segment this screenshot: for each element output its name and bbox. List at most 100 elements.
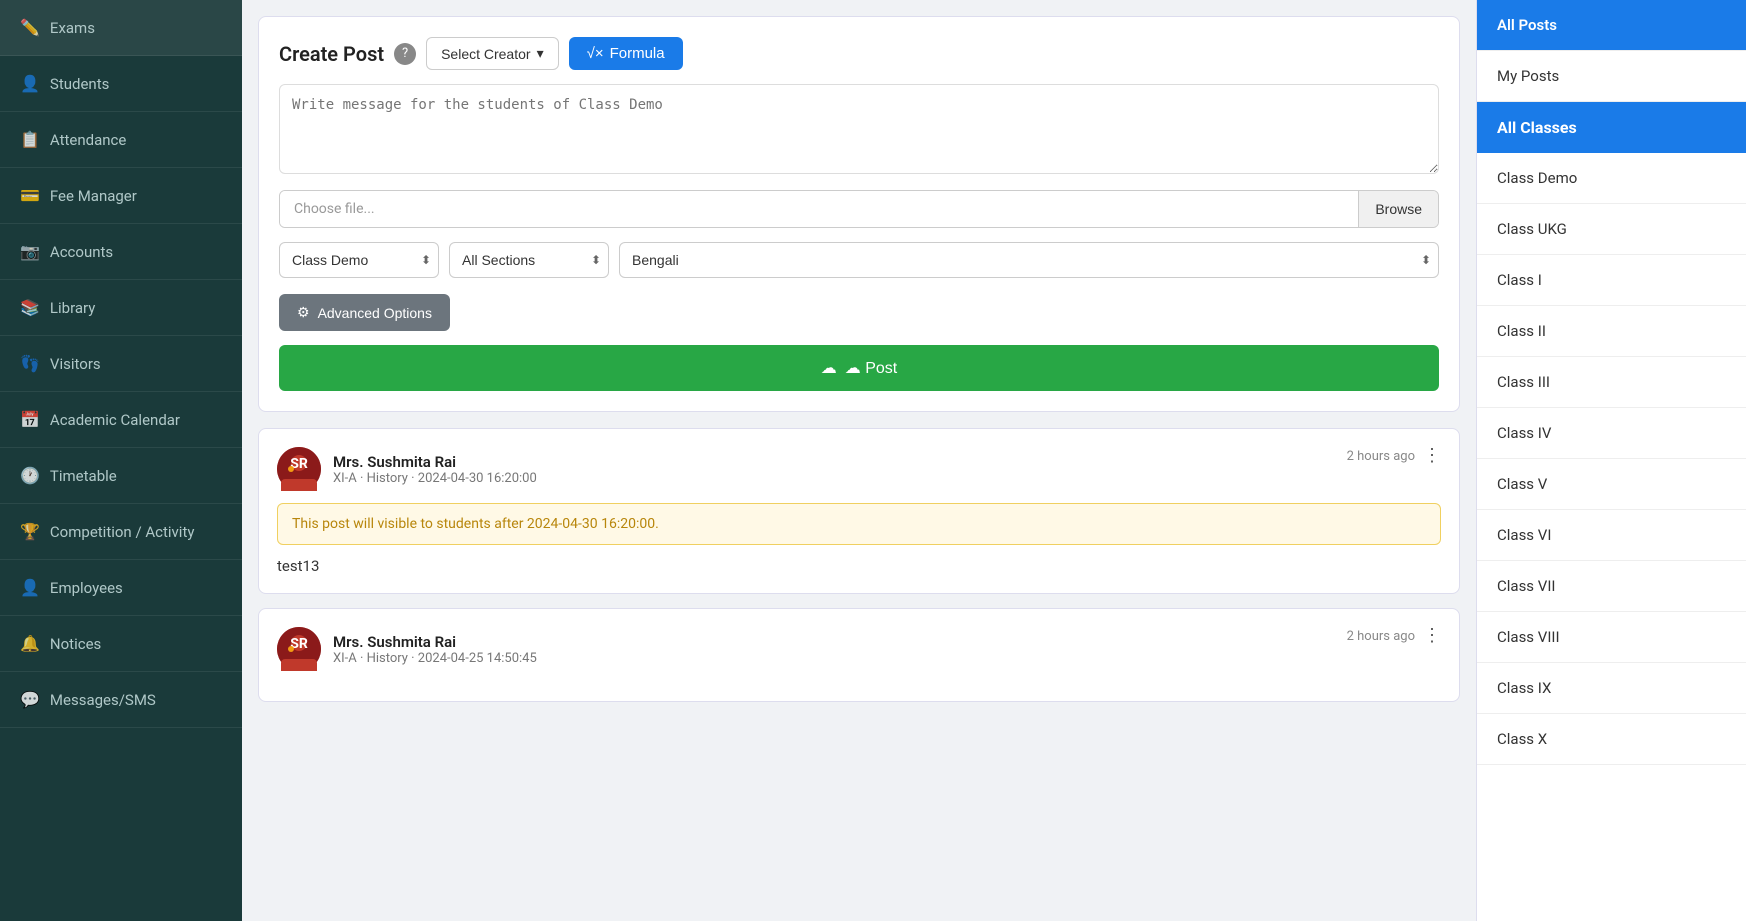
create-post-title: Create Post xyxy=(279,42,384,66)
attendance-icon: 📋 xyxy=(20,130,40,149)
post-time: 2 hours ago ⋮ xyxy=(1347,447,1441,465)
message-input[interactable] xyxy=(279,84,1439,174)
author-name: Mrs. Sushmita Rai xyxy=(333,453,537,471)
post-author-info: SR Mrs. Sushmita Rai XI-A · History · 20… xyxy=(277,447,537,491)
class-item-3[interactable]: Class III xyxy=(1477,357,1746,408)
sidebar-item-messages[interactable]: 💬 Messages/SMS xyxy=(0,672,242,728)
post-warning-banner: This post will visible to students after… xyxy=(277,503,1441,545)
class-select-wrapper: Class Demo Class UKG Class I xyxy=(279,242,439,278)
sidebar-item-timetable[interactable]: 🕐 Timetable xyxy=(0,448,242,504)
sidebar-item-label: Accounts xyxy=(50,243,113,261)
post-menu-button[interactable]: ⋮ xyxy=(1423,447,1441,465)
competition-icon: 🏆 xyxy=(20,522,40,541)
post-author-info: SR Mrs. Sushmita Rai XI-A · History · 20… xyxy=(277,627,537,671)
browse-button[interactable]: Browse xyxy=(1358,191,1438,227)
file-input-label: Choose file... xyxy=(280,191,1358,227)
sidebar-item-visitors[interactable]: 👣 Visitors xyxy=(0,336,242,392)
class-item-1[interactable]: Class I xyxy=(1477,255,1746,306)
visitors-icon: 👣 xyxy=(20,354,40,373)
author-details: Mrs. Sushmita Rai XI-A · History · 2024-… xyxy=(333,633,537,666)
sidebar-item-label: Notices xyxy=(50,635,101,653)
class-item-4[interactable]: Class IV xyxy=(1477,408,1746,459)
help-icon[interactable]: ? xyxy=(394,43,416,65)
post-button[interactable]: ☁ ☁ Post xyxy=(279,345,1439,391)
sidebar-item-accounts[interactable]: 📷 Accounts xyxy=(0,224,242,280)
post-menu-button[interactable]: ⋮ xyxy=(1423,627,1441,645)
sidebar-item-label: Library xyxy=(50,299,95,317)
post-card: SR Mrs. Sushmita Rai XI-A · History · 20… xyxy=(258,608,1460,702)
feed-area: Create Post ? Select Creator ▾ √× Formul… xyxy=(242,0,1476,921)
academic-calendar-icon: 📅 xyxy=(20,410,40,429)
author-details: Mrs. Sushmita Rai XI-A · History · 2024-… xyxy=(333,453,537,486)
fee-manager-icon: 💳 xyxy=(20,186,40,205)
advanced-options-button[interactable]: ⚙ Advanced Options xyxy=(279,294,450,331)
sidebar-item-label: Fee Manager xyxy=(50,187,137,205)
timetable-icon: 🕐 xyxy=(20,466,40,485)
formula-icon: √× xyxy=(587,45,604,62)
sidebar-item-label: Students xyxy=(50,75,109,93)
class-select[interactable]: Class Demo Class UKG Class I xyxy=(279,242,439,278)
avatar: SR xyxy=(277,447,321,491)
sidebar-item-label: Visitors xyxy=(50,355,101,373)
class-item-5[interactable]: Class V xyxy=(1477,459,1746,510)
sidebar-item-library[interactable]: 📚 Library xyxy=(0,280,242,336)
gear-icon: ⚙ xyxy=(297,304,310,321)
section-select[interactable]: All Sections Section A Section B xyxy=(449,242,609,278)
create-post-header: Create Post ? Select Creator ▾ √× Formul… xyxy=(279,37,1439,70)
sidebar-item-fee-manager[interactable]: 💳 Fee Manager xyxy=(0,168,242,224)
sidebar-item-label: Attendance xyxy=(50,131,126,149)
author-meta: XI-A · History · 2024-04-30 16:20:00 xyxy=(333,471,537,486)
sidebar-item-label: Competition / Activity xyxy=(50,523,195,541)
select-creator-button[interactable]: Select Creator ▾ xyxy=(426,37,559,70)
dropdowns-row: Class Demo Class UKG Class I All Section… xyxy=(279,242,1439,278)
all-classes-header: All Classes xyxy=(1477,102,1746,153)
class-item-7[interactable]: Class VII xyxy=(1477,561,1746,612)
class-item-ukg[interactable]: Class UKG xyxy=(1477,204,1746,255)
chevron-down-icon: ▾ xyxy=(537,45,544,62)
post-header: SR Mrs. Sushmita Rai XI-A · History · 20… xyxy=(277,627,1441,671)
exams-icon: ✏️ xyxy=(20,18,40,37)
avatar: SR xyxy=(277,627,321,671)
sidebar-item-label: Timetable xyxy=(50,467,117,485)
sidebar-item-competition[interactable]: 🏆 Competition / Activity xyxy=(0,504,242,560)
upload-cloud-icon: ☁ xyxy=(821,358,837,378)
sidebar-item-academic-calendar[interactable]: 📅 Academic Calendar xyxy=(0,392,242,448)
notices-icon: 🔔 xyxy=(20,634,40,653)
sidebar-item-label: Employees xyxy=(50,579,123,597)
class-item-8[interactable]: Class VIII xyxy=(1477,612,1746,663)
sidebar-item-notices[interactable]: 🔔 Notices xyxy=(0,616,242,672)
class-item-2[interactable]: Class II xyxy=(1477,306,1746,357)
sidebar: ✏️ Exams 👤 Students 📋 Attendance 💳 Fee M… xyxy=(0,0,242,921)
class-item-demo[interactable]: Class Demo xyxy=(1477,153,1746,204)
post-time: 2 hours ago ⋮ xyxy=(1347,627,1441,645)
post-content: test13 xyxy=(277,557,1441,575)
create-post-card: Create Post ? Select Creator ▾ √× Formul… xyxy=(258,16,1460,412)
accounts-icon: 📷 xyxy=(20,242,40,261)
language-select-wrapper: Bengali English Hindi xyxy=(619,242,1439,278)
all-posts-button[interactable]: All Posts xyxy=(1477,0,1746,51)
post-card: SR Mrs. Sushmita Rai XI-A · History · 20… xyxy=(258,428,1460,594)
sidebar-item-employees[interactable]: 👤 Employees xyxy=(0,560,242,616)
right-panel: All Posts My Posts All Classes Class Dem… xyxy=(1476,0,1746,921)
sidebar-item-exams[interactable]: ✏️ Exams xyxy=(0,0,242,56)
students-icon: 👤 xyxy=(20,74,40,93)
sidebar-item-label: Academic Calendar xyxy=(50,411,180,429)
post-header: SR Mrs. Sushmita Rai XI-A · History · 20… xyxy=(277,447,1441,491)
sidebar-item-label: Exams xyxy=(50,19,95,37)
main-area: Create Post ? Select Creator ▾ √× Formul… xyxy=(242,0,1746,921)
sidebar-item-label: Messages/SMS xyxy=(50,691,156,709)
my-posts-button[interactable]: My Posts xyxy=(1477,51,1746,102)
class-item-6[interactable]: Class VI xyxy=(1477,510,1746,561)
library-icon: 📚 xyxy=(20,298,40,317)
employees-icon: 👤 xyxy=(20,578,40,597)
formula-button[interactable]: √× Formula xyxy=(569,37,683,70)
language-select[interactable]: Bengali English Hindi xyxy=(619,242,1439,278)
class-item-9[interactable]: Class IX xyxy=(1477,663,1746,714)
section-select-wrapper: All Sections Section A Section B xyxy=(449,242,609,278)
messages-icon: 💬 xyxy=(20,690,40,709)
sidebar-item-attendance[interactable]: 📋 Attendance xyxy=(0,112,242,168)
author-meta: XI-A · History · 2024-04-25 14:50:45 xyxy=(333,651,537,666)
class-item-10[interactable]: Class X xyxy=(1477,714,1746,765)
author-name: Mrs. Sushmita Rai xyxy=(333,633,537,651)
sidebar-item-students[interactable]: 👤 Students xyxy=(0,56,242,112)
